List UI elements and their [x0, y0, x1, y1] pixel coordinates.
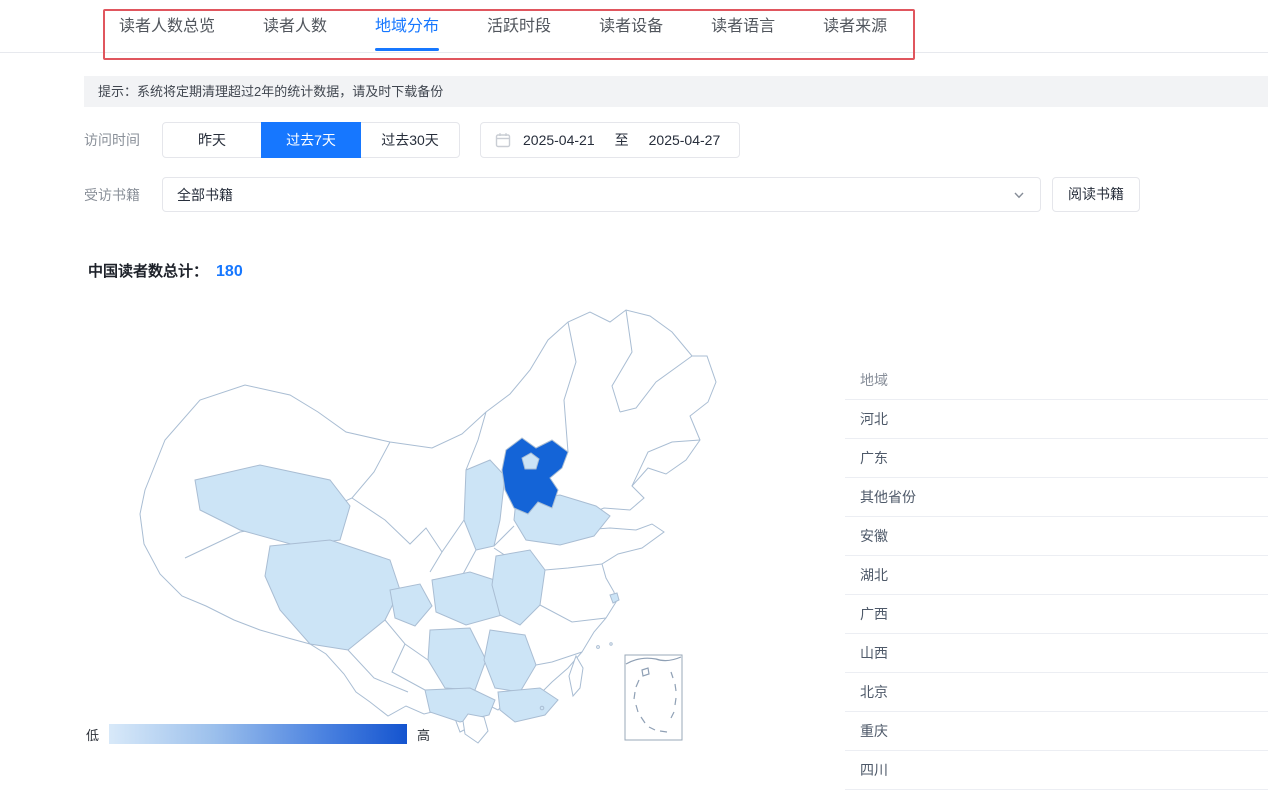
chevron-down-icon: [1012, 188, 1026, 202]
book-select-value: 全部书籍: [177, 185, 233, 205]
region-table: 地域 河北 广东 其他省份 安徽 湖北 广西 山西 北京 重庆 四川: [845, 361, 1268, 790]
tab-reader-overview[interactable]: 读者人数总览: [119, 0, 215, 53]
read-books-button[interactable]: 阅读书籍: [1052, 177, 1140, 212]
region-row-guangdong: 广东: [845, 439, 1268, 478]
time-option-last7days[interactable]: 过去7天: [261, 122, 361, 158]
date-range-picker[interactable]: 2025-04-21 至 2025-04-27: [480, 122, 740, 158]
tab-reader-source[interactable]: 读者来源: [823, 0, 887, 53]
tab-region-distribution[interactable]: 地域分布: [375, 0, 439, 53]
date-start: 2025-04-21: [523, 132, 595, 148]
tab-reader-count[interactable]: 读者人数: [263, 0, 327, 53]
region-row-hubei: 湖北: [845, 556, 1268, 595]
region-row-chongqing: 重庆: [845, 712, 1268, 751]
time-range-segmented-control: 昨天 过去7天 过去30天: [162, 122, 460, 158]
tab-reader-devices[interactable]: 读者设备: [599, 0, 663, 53]
legend-low-label: 低: [86, 725, 99, 744]
tab-bar: 读者人数总览 读者人数 地域分布 活跃时段 读者设备 读者语言 读者来源: [0, 0, 1268, 53]
china-readers-total-value: 180: [216, 263, 243, 281]
island-dot-1: [597, 646, 600, 649]
visited-books-label: 受访书籍: [84, 177, 140, 213]
region-row-guangxi: 广西: [845, 595, 1268, 634]
map-legend: 低 高: [86, 724, 430, 744]
island-dot-3: [540, 706, 544, 710]
book-select[interactable]: 全部书籍: [162, 177, 1041, 212]
region-row-hebei: 河北: [845, 400, 1268, 439]
island-dot-2: [610, 643, 612, 645]
legend-high-label: 高: [417, 725, 430, 744]
island-hainan: [463, 714, 488, 743]
legend-gradient-bar: [109, 724, 407, 744]
region-row-anhui: 安徽: [845, 517, 1268, 556]
date-end: 2025-04-27: [649, 132, 721, 148]
china-readers-total-label: 中国读者数总计：: [88, 260, 208, 281]
time-option-last30days[interactable]: 过去30天: [360, 122, 460, 158]
south-china-sea-inset: [625, 655, 682, 740]
china-readers-total: 中国读者数总计： 180: [88, 260, 243, 281]
region-row-sichuan: 四川: [845, 751, 1268, 790]
time-option-yesterday[interactable]: 昨天: [162, 122, 262, 158]
notice-bar: 提示：系统将定期清理超过2年的统计数据，请及时下载备份: [84, 76, 1268, 107]
region-row-shanxi: 山西: [845, 634, 1268, 673]
visit-time-label: 访问时间: [84, 122, 140, 158]
province-guangdong[interactable]: [498, 688, 558, 722]
tab-active-hours[interactable]: 活跃时段: [487, 0, 551, 53]
calendar-icon: [495, 132, 511, 148]
date-separator: 至: [615, 130, 629, 150]
tabs-container: 读者人数总览 读者人数 地域分布 活跃时段 读者设备 读者语言 读者来源: [119, 0, 887, 53]
region-row-beijing: 北京: [845, 673, 1268, 712]
region-table-header: 地域: [845, 361, 1268, 400]
region-row-other: 其他省份: [845, 478, 1268, 517]
china-choropleth-map[interactable]: [90, 300, 850, 745]
tab-reader-language[interactable]: 读者语言: [711, 0, 775, 53]
